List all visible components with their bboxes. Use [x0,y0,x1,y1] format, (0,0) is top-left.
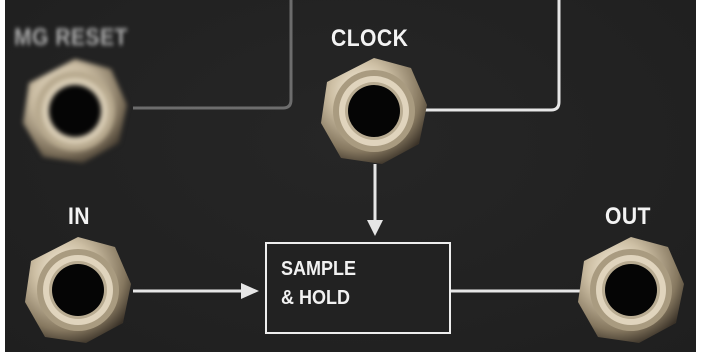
in-arrow-head-icon [241,283,259,299]
mg-reset-wire [133,0,293,110]
patch-panel: MG RESET CLOCK IN OUT SAMPLE & HOLD [5,0,696,352]
jack-socket-icon [25,237,131,343]
in-label: IN [68,203,90,230]
mg-reset-label: MG RESET [14,24,128,51]
module-label-line2: & HOLD [281,287,351,309]
clock-arrow-head-icon [367,220,383,236]
jack-socket-icon [321,58,427,164]
jack-socket-icon [578,237,684,343]
out-jack[interactable] [575,234,687,346]
jack-socket-icon [23,59,127,163]
sample-and-hold-module: SAMPLE & HOLD [265,242,451,334]
in-jack[interactable] [22,234,134,346]
out-label: OUT [605,203,651,230]
module-label-line1: SAMPLE [281,258,357,280]
clock-label: CLOCK [331,25,409,52]
clock-jack[interactable] [318,55,430,167]
mg-reset-jack[interactable] [19,55,131,167]
clock-upper-wire [423,0,561,112]
